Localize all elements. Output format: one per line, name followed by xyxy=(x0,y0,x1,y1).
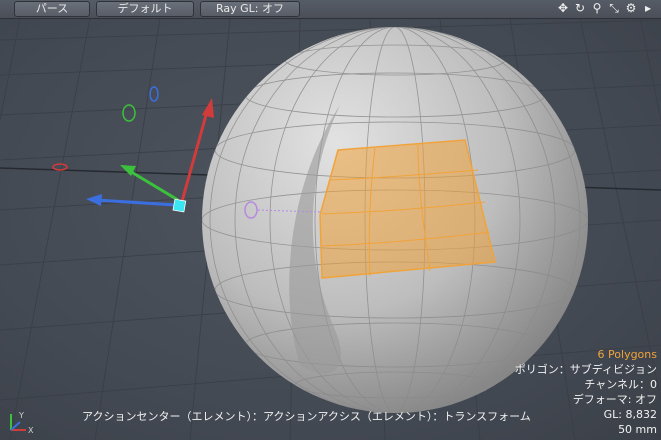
ray-gl-label: Ray GL: オフ xyxy=(215,2,284,15)
projection-dropdown[interactable]: パース xyxy=(14,1,90,17)
deformer-info: デフォーマ: オフ xyxy=(572,393,657,406)
x-rotate-ring xyxy=(52,163,68,171)
action-status: アクションセンター（エレメント）：アクションアクシス（エレメント）：トランスフォ… xyxy=(82,410,531,423)
z-axis-handle xyxy=(95,198,177,207)
ray-gl-toggle[interactable]: Ray GL: オフ xyxy=(200,1,300,17)
center-handle xyxy=(172,198,187,213)
axis-indicator: Y X xyxy=(10,411,34,435)
viewport-info: 6 Polygons ポリゴン：サブディビジョン チャンネル：0 デフォーマ: … xyxy=(515,347,657,437)
polygon-count: 6 Polygons xyxy=(597,348,657,361)
x-axis-handle xyxy=(179,107,210,206)
viewport-toolbar: パース デフォルト Ray GL: オフ ✥ ↻ ⚲ ⤡ ⚙ ▸ xyxy=(0,0,661,19)
polygon-mode: ポリゴン：サブディビジョン xyxy=(514,363,657,376)
move-icon[interactable]: ✥ xyxy=(556,1,570,15)
svg-text:Y: Y xyxy=(18,411,24,420)
expand-arrow-icon[interactable]: ▸ xyxy=(641,1,655,15)
fit-icon[interactable]: ⤡ xyxy=(607,1,621,15)
shading-dropdown[interactable]: デフォルト xyxy=(96,1,194,17)
z-rotate-ring xyxy=(149,86,159,102)
gl-count: GL: 8,832 xyxy=(603,408,657,421)
projection-label: パース xyxy=(35,2,69,15)
viewport-icons: ✥ ↻ ⚲ ⤡ ⚙ ▸ xyxy=(556,1,655,15)
zoom-icon[interactable]: ⚲ xyxy=(590,1,604,15)
settings-icon[interactable]: ⚙ xyxy=(624,1,638,15)
shading-label: デフォルト xyxy=(117,2,173,15)
selected-polygons xyxy=(319,139,496,279)
svg-text:X: X xyxy=(28,426,34,435)
channel-info: チャンネル：0 xyxy=(584,378,657,391)
y-rotate-ring xyxy=(122,104,136,122)
y-axis-handle xyxy=(127,168,179,202)
grid-scale: 50 mm xyxy=(618,423,657,436)
rotate-icon[interactable]: ↻ xyxy=(573,1,587,15)
